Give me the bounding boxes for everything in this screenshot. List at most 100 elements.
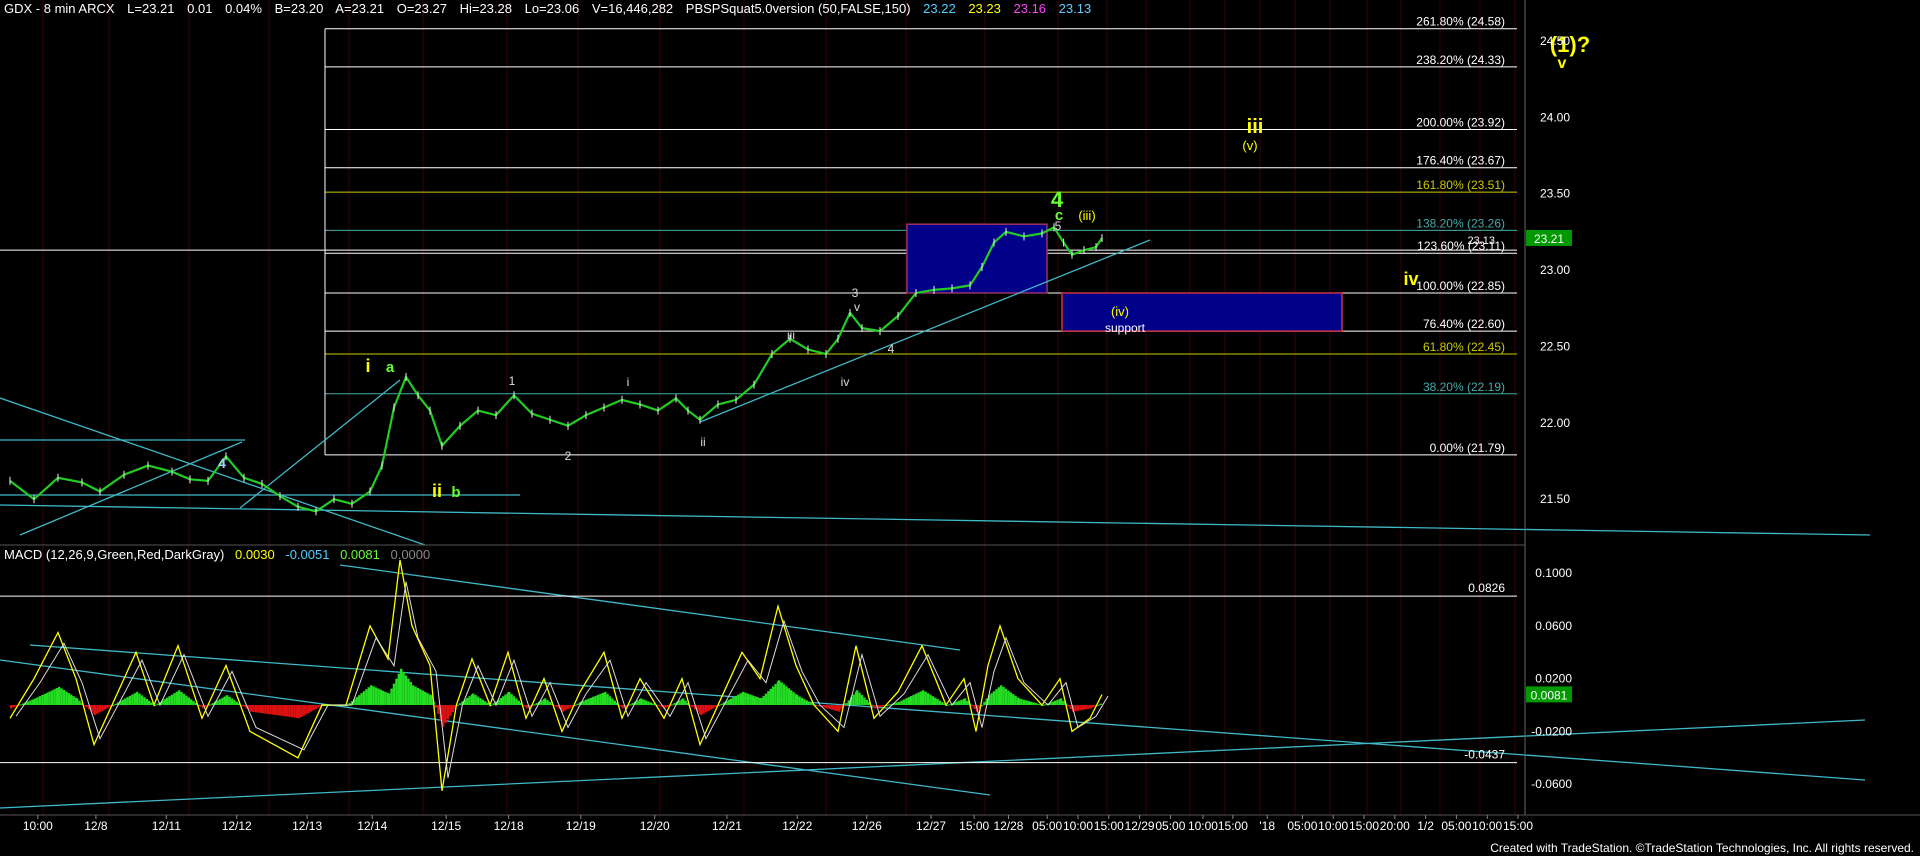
macd-histogram-bar — [997, 687, 1000, 706]
macd-histogram-bar — [70, 694, 73, 706]
macd-histogram-bar — [1099, 703, 1102, 706]
fib-label: 161.80% (23.51) — [1416, 178, 1505, 192]
macd-histogram-bar — [98, 705, 102, 713]
macd-histogram-bar — [55, 688, 58, 706]
macd-histogram-bar — [990, 693, 993, 706]
macd-histogram-bar — [582, 700, 585, 706]
macd-histogram-bar — [823, 705, 826, 708]
macd-v1: 0.0030 — [234, 547, 275, 562]
time-tick-label: 12/19 — [566, 819, 596, 833]
macd-histogram-bar — [902, 699, 906, 706]
time-tick-label: 10:00 — [23, 819, 53, 833]
macd-histogram-bar — [778, 680, 781, 706]
wave-label: (iv) — [1111, 304, 1129, 319]
time-tick-label: 05:00 — [1287, 819, 1317, 833]
macd-histogram-bar — [307, 705, 310, 713]
study-v3: 23.16 — [1013, 1, 1047, 16]
fib-label: 61.80% (22.45) — [1423, 340, 1505, 354]
macd-histogram-bar — [481, 699, 484, 706]
wave-label: 3 — [852, 286, 859, 300]
time-tick-label: 05:00 — [1032, 819, 1062, 833]
fib-label: 38.20% (22.19) — [1423, 380, 1505, 394]
macd-histogram-bar — [407, 678, 410, 706]
macd-histogram-bar — [12, 705, 15, 708]
last-price-label: 23.21 — [1534, 232, 1564, 246]
macd-histogram-bar — [233, 700, 236, 706]
macd-histogram-bar — [587, 698, 590, 706]
macd-histogram-bar — [310, 705, 313, 712]
macd-histogram-bar — [569, 705, 572, 708]
macd-histogram-bar — [474, 695, 477, 706]
macd-histogram-bar — [780, 682, 783, 706]
wave-label: (v) — [1242, 138, 1257, 153]
macd-histogram-bar — [1014, 695, 1017, 706]
wave-label: ii — [432, 481, 442, 501]
macd-histogram-bar — [767, 691, 770, 706]
macd-histogram-bar — [678, 700, 681, 706]
wave-label: support — [1105, 321, 1146, 335]
macd-histogram-bar — [133, 693, 136, 706]
macd-histogram-bar — [1025, 700, 1028, 706]
macd-histogram-bar — [78, 700, 81, 706]
macd-histogram-bar — [546, 700, 549, 706]
macd-histogram-bar — [1044, 704, 1047, 706]
time-tick-label: 15:00 — [959, 819, 989, 833]
macd-histogram-bar — [769, 688, 772, 706]
macd-histogram-bar — [608, 696, 612, 706]
symbol: GDX - 8 min ARCX — [4, 1, 115, 16]
macd-histogram-bar — [223, 696, 226, 706]
macd-histogram-bar — [1054, 700, 1057, 706]
macd-histogram-bar — [589, 697, 592, 706]
macd-histogram-bar — [150, 702, 153, 706]
macd-histogram-bar — [629, 704, 632, 706]
wave-label: iv — [841, 375, 850, 389]
macd-histogram-bar — [584, 699, 588, 706]
macd-histogram-bar — [1020, 699, 1023, 706]
macd-histogram-bar — [983, 701, 986, 706]
macd-histogram-bar — [305, 705, 308, 715]
time-tick-label: 12/20 — [640, 819, 670, 833]
study-v1: 23.22 — [923, 1, 956, 16]
macd-histogram-bar — [948, 704, 951, 706]
price-tick-label: 24.00 — [1540, 110, 1570, 124]
macd-histogram-bar — [826, 705, 829, 709]
macd-histogram-bar — [895, 702, 898, 706]
macd-histogram-bar — [910, 695, 913, 706]
footer-credit: Created with TradeStation. ©TradeStation… — [1490, 841, 1914, 855]
macd-histogram-bar — [671, 704, 674, 706]
macd-histogram-bar — [830, 705, 834, 710]
price-tick-label: 23.00 — [1540, 263, 1570, 277]
macd-histogram-bar — [421, 690, 424, 706]
macd-histogram-bar — [38, 696, 42, 706]
macd-histogram-bar — [860, 695, 864, 706]
macd-histogram-bar — [190, 699, 193, 706]
macd-histogram-bar — [756, 697, 759, 706]
macd-tick-label: 0.1000 — [1535, 566, 1572, 580]
macd-histogram-bar — [163, 699, 166, 706]
macd-histogram-bar — [852, 694, 855, 706]
macd-histogram-bar — [1030, 701, 1033, 706]
macd-histogram-bar — [730, 698, 733, 706]
time-tick-label: 05:00 — [1441, 819, 1471, 833]
macd-histogram-bar — [1067, 705, 1070, 707]
macd-histogram-bar — [293, 705, 296, 718]
macd-histogram-bar — [973, 705, 976, 710]
macd-histogram-bar — [235, 701, 238, 706]
wave-label: iii — [1247, 116, 1264, 138]
macd-histogram-bar — [360, 693, 363, 706]
macd-histogram-bar — [36, 697, 39, 706]
macd-histogram-bar — [659, 705, 662, 707]
macd-histogram-bar — [1018, 698, 1021, 706]
time-tick-label: 10:00 — [1318, 819, 1348, 833]
macd-histogram-bar — [404, 675, 408, 706]
wave-label: a — [386, 359, 395, 376]
macd-histogram-bar — [941, 702, 944, 706]
macd-histogram-bar — [1060, 698, 1063, 706]
macd-histogram-bar — [1076, 705, 1080, 711]
macd-histogram-bar — [1034, 703, 1038, 706]
macd-histogram-bar — [1086, 705, 1089, 710]
price-tick-label: 23.50 — [1540, 187, 1570, 201]
macd-histogram-bar — [533, 704, 536, 706]
macd-histogram-bar — [709, 705, 712, 710]
macd-histogram-bar — [185, 695, 188, 706]
